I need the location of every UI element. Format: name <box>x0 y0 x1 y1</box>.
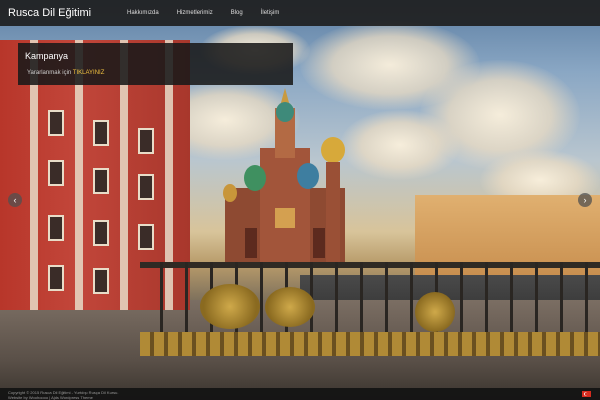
campaign-text: Yararlanmak için TIKLAYINIZ <box>27 70 104 76</box>
campaign-link[interactable]: TIKLAYINIZ <box>73 70 105 76</box>
bridge-railing <box>140 262 600 372</box>
footer-credits: Website by Woohoooo | Ajds Wordpress The… <box>8 395 93 400</box>
footer: Copyright © 2015 Rusca Dil Eğitimi - Yur… <box>0 388 600 400</box>
campaign-panel: Kampanya Yararlanmak için TIKLAYINIZ <box>18 43 293 85</box>
site-title[interactable]: Rusca Dil Eğitimi <box>0 7 113 19</box>
nav-item-hakkimizda[interactable]: Hakkımızda <box>118 10 168 16</box>
top-navigation-bar: Rusca Dil Eğitimi Hakkımızda Hizmetlerim… <box>0 0 600 26</box>
nav-item-iletisim[interactable]: İletişim <box>252 10 289 16</box>
chevron-left-icon[interactable]: ‹ <box>8 193 22 207</box>
nav-item-blog[interactable]: Blog <box>222 10 252 16</box>
campaign-description: Yararlanmak için <box>27 70 73 76</box>
nav-item-hizmetlerimiz[interactable]: Hizmetlerimiz <box>168 10 222 16</box>
main-menu: Hakkımızda Hizmetlerimiz Blog İletişim <box>118 10 288 16</box>
cathedral-illustration <box>223 88 345 268</box>
chevron-right-icon[interactable]: › <box>578 193 592 207</box>
campaign-title: Kampanya <box>25 51 69 61</box>
language-flag-icon[interactable] <box>582 391 591 397</box>
